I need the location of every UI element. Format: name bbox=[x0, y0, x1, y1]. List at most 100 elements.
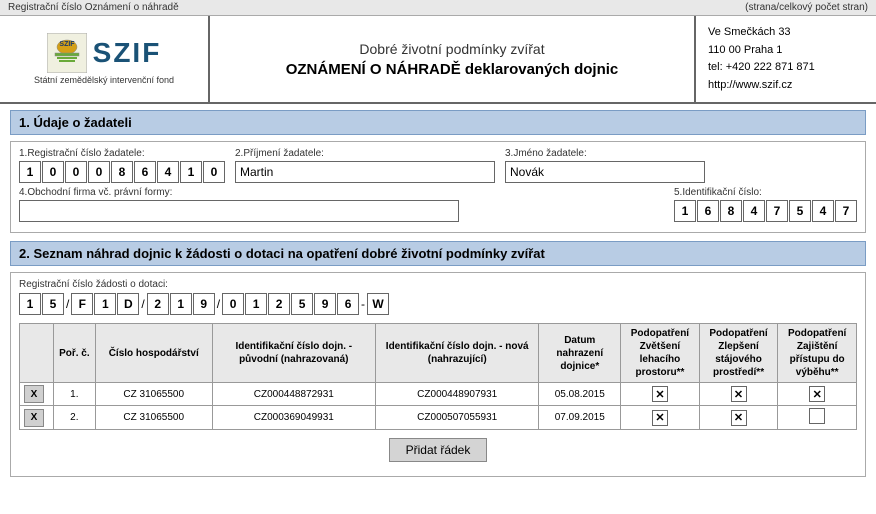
zajisteni-cell-1[interactable] bbox=[778, 406, 857, 430]
section2-form: Registrační číslo žádosti o dotaci: 15/F… bbox=[10, 272, 866, 477]
reg-cis-digit-2: 0 bbox=[65, 161, 87, 183]
id-nova-cell-1[interactable] bbox=[376, 406, 539, 430]
szif-emblem: SZIF bbox=[47, 33, 87, 73]
zvetseni-cell-0[interactable]: ✕ bbox=[621, 383, 700, 406]
reg-cis-digit-8: 0 bbox=[203, 161, 225, 183]
identif-digit-6: 4 bbox=[812, 200, 834, 222]
reg-zadosti-digit-4: 1 bbox=[94, 293, 116, 315]
reg-cis-digit-6: 4 bbox=[157, 161, 179, 183]
logo-text-area: SZIF bbox=[93, 37, 162, 69]
prijmeni-input[interactable] bbox=[235, 161, 495, 183]
hosp-cell-0[interactable] bbox=[95, 383, 212, 406]
del-cell-0[interactable]: X bbox=[20, 383, 54, 406]
reg-cis-digit-1: 0 bbox=[42, 161, 64, 183]
identif-digit-7: 7 bbox=[835, 200, 857, 222]
logo-area: SZIF SZIF Státní zemědělský intervenční … bbox=[0, 16, 210, 102]
hosp-cell-1[interactable] bbox=[95, 406, 212, 430]
dojnice-table: Poř. č. Číslo hospodářství Identifikační… bbox=[19, 323, 857, 430]
zlepseni-cell-0[interactable]: ✕ bbox=[699, 383, 778, 406]
id-puvodni-cell-0[interactable] bbox=[212, 383, 375, 406]
reg-zadosti-digit-13: 2 bbox=[268, 293, 290, 315]
zlepseni-checked-0[interactable]: ✕ bbox=[731, 386, 747, 402]
reg-cis-digits: 100086410 bbox=[19, 161, 225, 183]
th-zvetseni: Podopatření Zvětšení lehacího prostoru** bbox=[621, 324, 700, 383]
center-subtitle: OZNÁMENÍ O NÁHRADĚ deklarovaných dojnic bbox=[286, 61, 619, 78]
jmeno-input[interactable] bbox=[505, 161, 705, 183]
reg-cis-digit-7: 1 bbox=[180, 161, 202, 183]
zajisteni-cell-0[interactable]: ✕ bbox=[778, 383, 857, 406]
zlepseni-cell-1[interactable]: ✕ bbox=[699, 406, 778, 430]
reg-cis-digit-3: 0 bbox=[88, 161, 110, 183]
reg-cis-group: 1.Registrační číslo žadatele: 100086410 bbox=[19, 148, 225, 183]
hosp-input-1[interactable] bbox=[100, 412, 208, 423]
datum-input-0[interactable] bbox=[543, 389, 616, 400]
reg-zadosti-digit-11: 0 bbox=[222, 293, 244, 315]
obchodni-input[interactable] bbox=[19, 200, 459, 222]
contact-line3: tel: +420 222 871 871 bbox=[708, 59, 864, 77]
obchodni-label: 4.Obchodní firma vč. právní formy: bbox=[19, 187, 459, 198]
field-row-1: 1.Registrační číslo žadatele: 100086410 … bbox=[19, 148, 857, 183]
logo-text: SZIF bbox=[93, 37, 162, 69]
zvetseni-checked-0[interactable]: ✕ bbox=[652, 386, 668, 402]
top-bar-left: Registrační číslo Oznámení o náhradě bbox=[8, 2, 179, 13]
datum-cell-0[interactable] bbox=[539, 383, 621, 406]
reg-zadosti-digit-18: W bbox=[367, 293, 389, 315]
reg-zadosti-digit-12: 1 bbox=[245, 293, 267, 315]
id-nova-cell-0[interactable] bbox=[376, 383, 539, 406]
reg-zadosti-digit-14: 5 bbox=[291, 293, 313, 315]
reg-zadosti-digit-3: F bbox=[71, 293, 93, 315]
del-button-0[interactable]: X bbox=[24, 385, 44, 403]
identif-group: 5.Identifikační číslo: 16847547 bbox=[674, 187, 857, 222]
zvetseni-cell-1[interactable]: ✕ bbox=[621, 406, 700, 430]
reg-sep-17: - bbox=[360, 297, 366, 311]
table-row: X 1. ✕ ✕ ✕ bbox=[20, 383, 857, 406]
reg-zadosti-digit-7: 2 bbox=[147, 293, 169, 315]
reg-cis-digit-5: 6 bbox=[134, 161, 156, 183]
id-nova-input-0[interactable] bbox=[380, 389, 534, 400]
hosp-input-0[interactable] bbox=[100, 389, 208, 400]
prijmeni-label: 2.Příjmení žadatele: bbox=[235, 148, 495, 159]
center-title: Dobré životní podmínky zvířat bbox=[359, 41, 544, 57]
right-header: Ve Smečkách 33 110 00 Praha 1 tel: +420 … bbox=[696, 16, 876, 102]
zajisteni-unchecked-1[interactable] bbox=[809, 408, 825, 424]
zajisteni-checked-0[interactable]: ✕ bbox=[809, 386, 825, 402]
datum-cell-1[interactable] bbox=[539, 406, 621, 430]
add-row-button[interactable]: Přidat řádek bbox=[389, 438, 488, 462]
reg-zadosti-digit-15: 9 bbox=[314, 293, 336, 315]
identif-digit-0: 1 bbox=[674, 200, 696, 222]
th-id-puvodni: Identifikační číslo dojn. - původní (nah… bbox=[212, 324, 375, 383]
identif-digit-1: 6 bbox=[697, 200, 719, 222]
reg-sep-10: / bbox=[216, 297, 221, 311]
id-nova-input-1[interactable] bbox=[380, 412, 534, 423]
contact-line2: 110 00 Praha 1 bbox=[708, 42, 864, 60]
identif-digit-5: 5 bbox=[789, 200, 811, 222]
zvetseni-checked-1[interactable]: ✕ bbox=[652, 410, 668, 426]
reg-zadosti-digit-9: 9 bbox=[193, 293, 215, 315]
reg-sep-2: / bbox=[65, 297, 70, 311]
datum-input-1[interactable] bbox=[543, 412, 616, 423]
identif-digit-3: 4 bbox=[743, 200, 765, 222]
top-bar: Registrační číslo Oznámení o náhradě (st… bbox=[0, 0, 876, 16]
reg-zadosti-digit-8: 1 bbox=[170, 293, 192, 315]
th-zlepseni: Podopatření Zlepšení stájového prostředí… bbox=[699, 324, 778, 383]
zlepseni-checked-1[interactable]: ✕ bbox=[731, 410, 747, 426]
logo-subtitle: Státní zemědělský intervenční fond bbox=[34, 75, 174, 85]
field-row-2: 4.Obchodní firma vč. právní formy: 5.Ide… bbox=[19, 187, 857, 222]
reg-zadosti-label: Registrační číslo žádosti o dotaci: bbox=[19, 279, 857, 290]
por-cell-0: 1. bbox=[53, 383, 95, 406]
reg-zadosti-row: 15/F1D/219/012596-W bbox=[19, 293, 857, 315]
jmeno-label: 3.Jméno žadatele: bbox=[505, 148, 705, 159]
header: SZIF SZIF Státní zemědělský intervenční … bbox=[0, 16, 876, 104]
reg-zadosti-digit-16: 6 bbox=[337, 293, 359, 315]
id-puvodni-cell-1[interactable] bbox=[212, 406, 375, 430]
del-button-1[interactable]: X bbox=[24, 409, 44, 427]
table-body: X 1. ✕ ✕ ✕ X 2. ✕ ✕ bbox=[20, 383, 857, 430]
del-cell-1[interactable]: X bbox=[20, 406, 54, 430]
reg-zadosti-digit-1: 5 bbox=[42, 293, 64, 315]
th-id-nova: Identifikační číslo dojn. - nová (nahraz… bbox=[376, 324, 539, 383]
th-hospodar: Číslo hospodářství bbox=[95, 324, 212, 383]
por-cell-1: 2. bbox=[53, 406, 95, 430]
center-header: Dobré životní podmínky zvířat OZNÁMENÍ O… bbox=[210, 16, 696, 102]
id-puvodni-input-1[interactable] bbox=[217, 412, 371, 423]
id-puvodni-input-0[interactable] bbox=[217, 389, 371, 400]
